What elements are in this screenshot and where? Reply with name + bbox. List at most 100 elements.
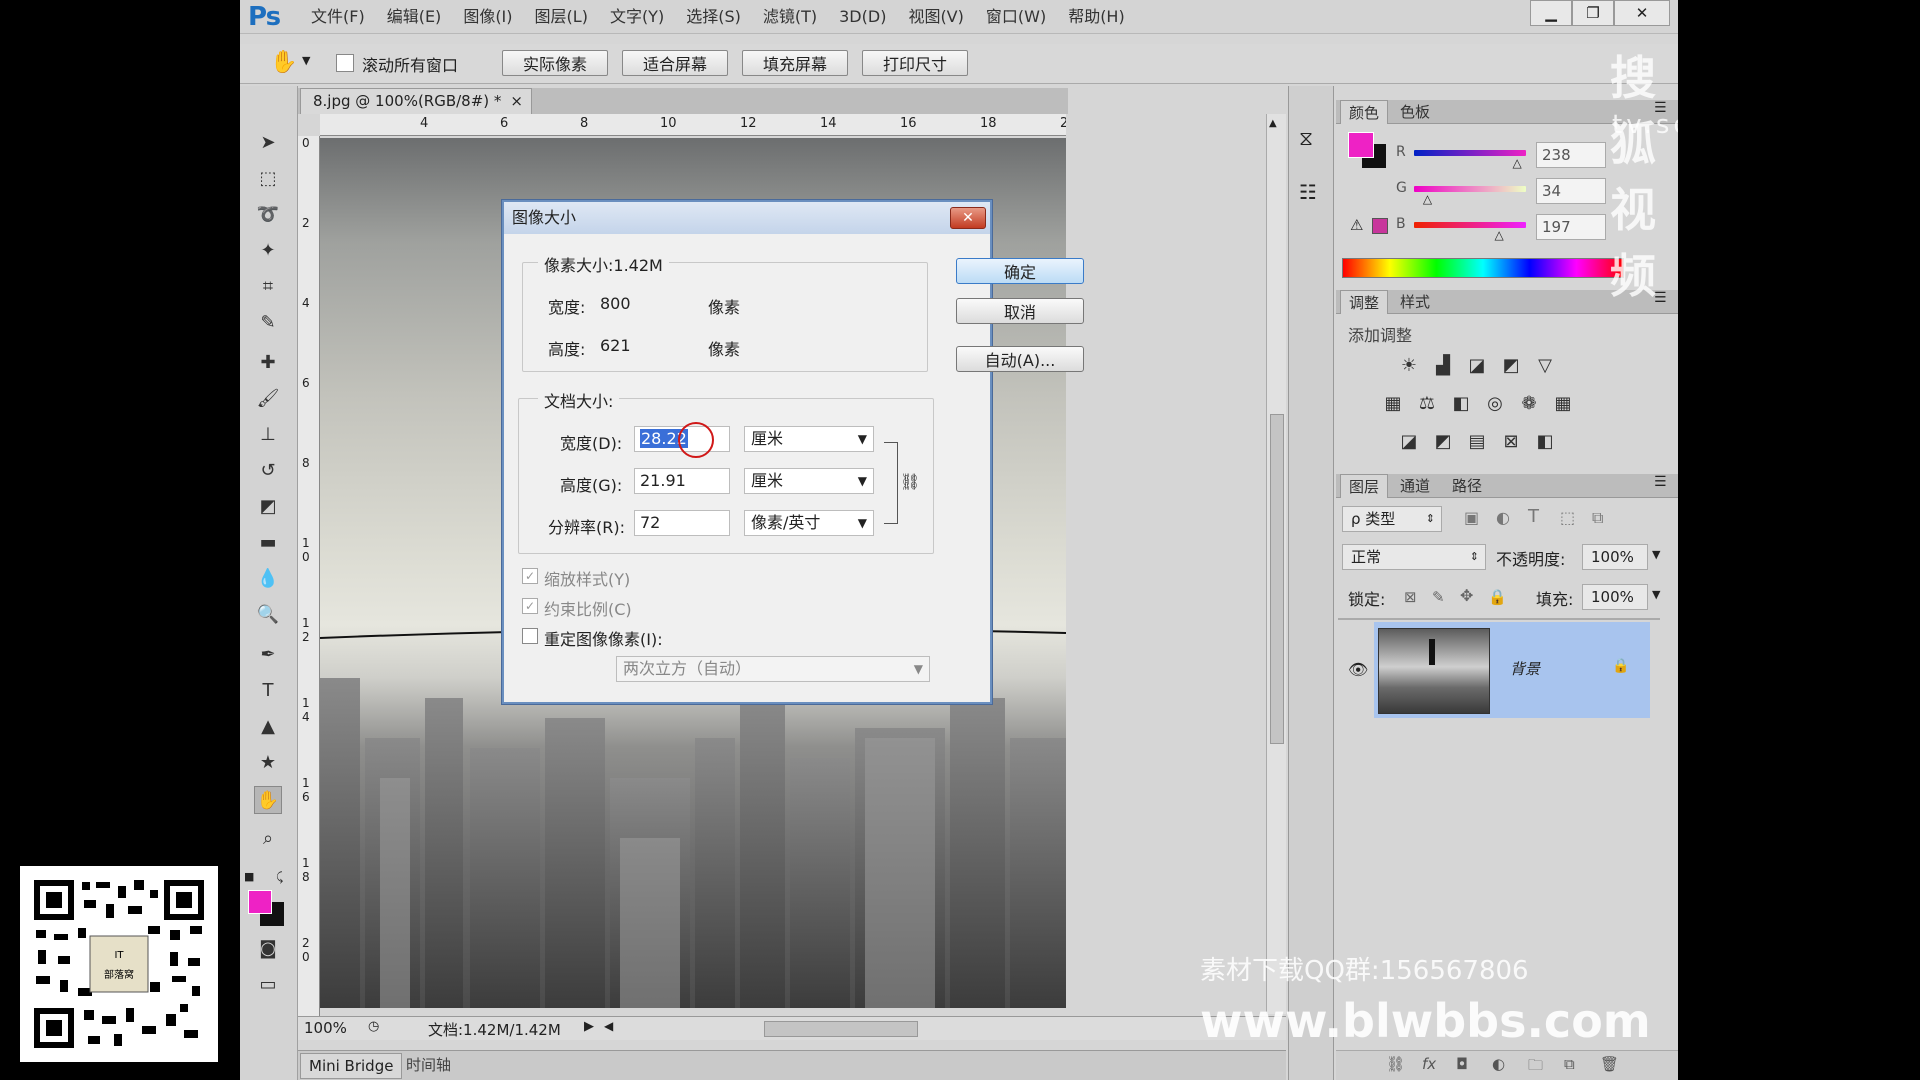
levels-icon[interactable]: ▟ [1430,352,1456,378]
selective-color-icon[interactable]: ⊠ [1498,428,1524,454]
b-value-field[interactable]: 197 [1536,214,1606,240]
layer-filter-select[interactable]: ρ 类型 ⇕ [1342,506,1442,532]
filter-type-icon[interactable]: T [1528,506,1539,527]
height-input[interactable]: 21.91 [634,468,730,494]
blend-mode-select[interactable]: 正常 ⇕ [1342,544,1486,570]
menu-file[interactable]: 文件(F) [300,0,376,34]
screen-mode-icon[interactable]: ▭ [254,970,282,998]
new-layer-icon[interactable]: ⧉ [1564,1055,1575,1073]
r-value-field[interactable]: 238 [1536,142,1606,168]
properties-panel-icon[interactable]: ☷ [1299,180,1317,204]
photo-filter-icon[interactable]: ◎ [1482,390,1508,416]
panel-menu-icon[interactable]: ☰ [1654,474,1667,490]
b-slider-handle[interactable]: △ [1495,228,1504,242]
status-menu-arrow-icon[interactable]: ▶ [584,1019,594,1034]
g-value-field[interactable]: 34 [1536,178,1606,204]
lock-all-icon[interactable]: 🔒 [1488,588,1507,606]
new-adjustment-icon[interactable]: ◐ [1492,1055,1505,1073]
quick-mask-icon[interactable]: ◙ [254,934,282,962]
dodge-tool-icon[interactable]: 🔍 [254,600,282,628]
tab-paths[interactable]: 路径 [1444,474,1490,498]
lock-position-icon[interactable]: ✥ [1460,586,1473,605]
vibrance-icon[interactable]: ▽ [1532,352,1558,378]
tab-layers[interactable]: 图层 [1340,474,1389,498]
resolution-input[interactable]: 72 [634,510,730,536]
threshold-icon[interactable]: ▤ [1464,428,1490,454]
zoom-tool-icon[interactable]: ⌕ [254,824,282,852]
menu-type[interactable]: 文字(Y) [599,0,675,34]
hand-tool-icon[interactable]: ✋ [270,50,297,75]
move-tool-icon[interactable]: ➤ [254,128,282,156]
scale-styles-checkbox[interactable]: ✓ [522,568,538,584]
tab-swatches[interactable]: 色板 [1392,100,1438,124]
curves-icon[interactable]: ◪ [1464,352,1490,378]
resample-checkbox[interactable] [522,628,538,644]
filter-adjustment-icon[interactable]: ◐ [1496,508,1510,527]
menu-help[interactable]: 帮助(H) [1057,0,1136,34]
scroll-left-icon[interactable]: ◀ [604,1019,613,1033]
opacity-field[interactable]: 100% [1582,544,1648,570]
mini-bridge-tab[interactable]: Mini Bridge [300,1053,403,1079]
fx-icon[interactable]: fx [1422,1055,1436,1073]
new-group-icon[interactable]: 🗀 [1528,1055,1543,1080]
dialog-close-button[interactable]: ✕ [950,207,986,229]
healing-brush-tool-icon[interactable]: ✚ [254,348,282,376]
height-unit-select[interactable]: 厘米 ▼ [744,468,874,494]
foreground-color-swatch[interactable] [248,890,272,914]
vertical-scrollbar[interactable]: ▲ [1266,114,1286,1014]
restore-button[interactable]: ❐ [1572,0,1614,26]
resample-method-select[interactable]: 两次立方（自动） ▼ [616,656,930,682]
filter-shape-icon[interactable]: ⬚ [1560,508,1575,527]
g-slider-handle[interactable]: △ [1423,192,1432,206]
layer-row-background[interactable]: 背景 🔒 [1374,622,1650,718]
menu-image[interactable]: 图像(I) [452,0,523,34]
lock-image-icon[interactable]: ✎ [1432,588,1445,606]
print-size-button[interactable]: 打印尺寸 [862,50,968,76]
fill-field[interactable]: 100% [1582,584,1648,610]
posterize-icon[interactable]: ◩ [1430,428,1456,454]
lock-transparent-icon[interactable]: ⊠ [1404,588,1417,606]
width-unit-select[interactable]: 厘米 ▼ [744,426,874,452]
pen-tool-icon[interactable]: ✒ [254,640,282,668]
tab-channels[interactable]: 通道 [1392,474,1438,498]
lasso-tool-icon[interactable]: ➰ [254,200,282,228]
minimize-button[interactable]: ▁ [1530,0,1572,26]
fit-screen-button[interactable]: 适合屏幕 [622,50,728,76]
tool-preset-chevron-icon[interactable]: ▼ [302,54,310,67]
filter-smart-object-icon[interactable]: ⧉ [1592,508,1603,528]
scroll-all-windows-checkbox[interactable] [336,54,354,72]
tab-color[interactable]: 颜色 [1340,100,1389,124]
actual-pixels-button[interactable]: 实际像素 [502,50,608,76]
color-balance-icon[interactable]: ⚖ [1414,390,1440,416]
menu-layer[interactable]: 图层(L) [524,0,599,34]
opacity-chevron-icon[interactable]: ▼ [1652,548,1660,561]
color-lookup-icon[interactable]: ▦ [1550,390,1576,416]
gamut-swatch[interactable] [1372,218,1388,234]
constrain-proportions-checkbox[interactable]: ✓ [522,598,538,614]
marquee-tool-icon[interactable]: ⬚ [254,164,282,192]
color-spectrum-bar[interactable] [1342,258,1624,278]
fill-chevron-icon[interactable]: ▼ [1652,588,1660,601]
filter-pixel-icon[interactable]: ▣ [1464,508,1479,527]
scroll-up-icon[interactable]: ▲ [1269,118,1277,129]
shape-tool-icon[interactable]: ★ [254,748,282,776]
timeline-tab[interactable]: 时间轴 [398,1053,459,1079]
cancel-button[interactable]: 取消 [956,298,1084,324]
tab-adjustments[interactable]: 调整 [1340,290,1389,314]
eraser-tool-icon[interactable]: ◩ [254,492,282,520]
r-slider-track[interactable] [1414,150,1526,156]
crop-tool-icon[interactable]: ⌗ [254,272,282,300]
menu-window[interactable]: 窗口(W) [975,0,1057,34]
menu-filter[interactable]: 滤镜(T) [752,0,828,34]
history-brush-tool-icon[interactable]: ↺ [254,456,282,484]
b-slider-track[interactable] [1414,222,1526,228]
foreground-color-chip[interactable] [1348,132,1374,158]
link-layers-icon[interactable]: ⛓ [1386,1055,1405,1073]
auto-button[interactable]: 自动(A)... [956,346,1084,372]
document-tab[interactable]: 8.jpg @ 100%(RGB/8#) * × [300,88,532,114]
menu-view[interactable]: 视图(V) [897,0,974,34]
close-window-button[interactable]: ✕ [1614,0,1670,26]
brush-tool-icon[interactable]: 🖌 [254,384,282,412]
add-mask-icon[interactable]: ◘ [1456,1055,1468,1073]
stamp-tool-icon[interactable]: ⊥ [254,420,282,448]
